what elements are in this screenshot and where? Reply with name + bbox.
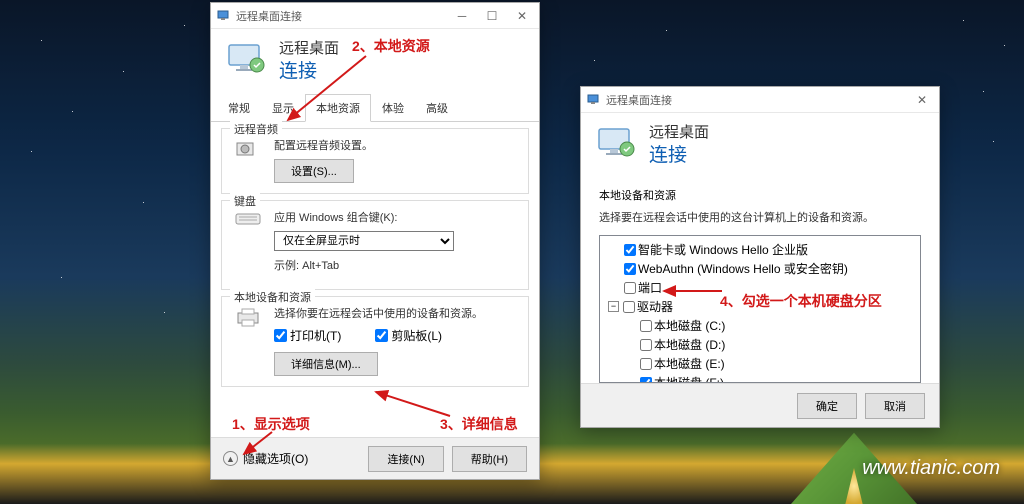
section-subtitle: 选择要在远程会话中使用的这台计算机上的设备和资源。 bbox=[599, 209, 921, 225]
close-button[interactable]: ✕ bbox=[507, 4, 537, 28]
tab-advanced[interactable]: 高级 bbox=[415, 94, 459, 122]
help-button[interactable]: 帮助(H) bbox=[452, 446, 527, 472]
app-icon bbox=[217, 9, 231, 23]
audio-settings-button[interactable]: 设置(S)... bbox=[274, 159, 354, 183]
group-remote-audio: 远程音频 配置远程音频设置。 设置(S)... bbox=[221, 128, 529, 194]
devices-text: 选择你要在远程会话中使用的设备和资源。 bbox=[274, 305, 518, 321]
tab-experience[interactable]: 体验 bbox=[371, 94, 415, 122]
keyboard-example: 示例: Alt+Tab bbox=[274, 257, 518, 273]
banner-title: 远程桌面 bbox=[649, 121, 709, 142]
close-button[interactable]: ✕ bbox=[907, 88, 937, 112]
app-icon bbox=[587, 93, 601, 107]
tree-node-drive-c[interactable]: 本地磁盘 (C:) bbox=[608, 316, 916, 335]
group-keyboard: 键盘 应用 Windows 组合键(K): 仅在全屏显示时 示例: Alt+Ta… bbox=[221, 200, 529, 290]
details-body: 本地设备和资源 选择要在远程会话中使用的这台计算机上的设备和资源。 智能卡或 W… bbox=[581, 177, 939, 383]
keyboard-text: 应用 Windows 组合键(K): bbox=[274, 209, 518, 225]
connect-button[interactable]: 连接(N) bbox=[368, 446, 443, 472]
tree-node-drive-d[interactable]: 本地磁盘 (D:) bbox=[608, 335, 916, 354]
minimize-button[interactable]: ─ bbox=[447, 4, 477, 28]
details-button[interactable]: 详细信息(M)... bbox=[274, 352, 378, 376]
tab-display[interactable]: 显示 bbox=[261, 94, 305, 122]
rdp-monitor-icon bbox=[227, 43, 267, 77]
maximize-button[interactable]: ☐ bbox=[477, 4, 507, 28]
group-title-audio: 远程音频 bbox=[230, 121, 282, 137]
cancel-button[interactable]: 取消 bbox=[865, 393, 925, 419]
tab-body: 远程音频 配置远程音频设置。 设置(S)... 键盘 应用 Windows 组合… bbox=[211, 122, 539, 399]
rdp-monitor-icon bbox=[597, 127, 637, 161]
titlebar[interactable]: 远程桌面连接 ─ ☐ ✕ bbox=[211, 3, 539, 29]
ok-button[interactable]: 确定 bbox=[797, 393, 857, 419]
keyboard-icon bbox=[232, 209, 264, 279]
tree-node-drive-f[interactable]: 本地磁盘 (F:) bbox=[608, 373, 916, 383]
rdp-window-details: 远程桌面连接 ✕ 远程桌面 连接 本地设备和资源 选择要在远程会话中使用的这台计… bbox=[580, 86, 940, 428]
group-title-keyboard: 键盘 bbox=[230, 193, 260, 209]
section-title: 本地设备和资源 bbox=[599, 187, 921, 203]
watermark-text: www.tianic.com bbox=[862, 457, 1000, 480]
tab-local-resources[interactable]: 本地资源 bbox=[305, 94, 371, 122]
checkbox-clipboard[interactable]: 剪贴板(L) bbox=[375, 327, 442, 344]
banner: 远程桌面 连接 bbox=[211, 29, 539, 93]
collapse-icon[interactable]: − bbox=[608, 301, 619, 312]
titlebar[interactable]: 远程桌面连接 ✕ bbox=[581, 87, 939, 113]
rdp-window-main: 远程桌面连接 ─ ☐ ✕ 远程桌面 连接 常规 显示 本地资源 体验 高级 远程… bbox=[210, 2, 540, 480]
banner-subtitle: 连接 bbox=[649, 140, 709, 167]
tree-node-drives[interactable]: −驱动器 bbox=[608, 297, 916, 316]
window-title: 远程桌面连接 bbox=[606, 92, 907, 108]
device-tree[interactable]: 智能卡或 Windows Hello 企业版 WebAuthn (Windows… bbox=[599, 235, 921, 383]
tab-general[interactable]: 常规 bbox=[217, 94, 261, 122]
group-title-devices: 本地设备和资源 bbox=[230, 289, 315, 305]
tree-node-drive-e[interactable]: 本地磁盘 (E:) bbox=[608, 354, 916, 373]
tree-node-ports[interactable]: 端口 bbox=[608, 278, 916, 297]
window-title: 远程桌面连接 bbox=[236, 8, 447, 24]
tab-bar: 常规 显示 本地资源 体验 高级 bbox=[211, 93, 539, 122]
hide-options-label: 隐藏选项(O) bbox=[243, 450, 308, 467]
hide-options-toggle[interactable]: ▲ 隐藏选项(O) bbox=[223, 450, 308, 467]
checkbox-printer[interactable]: 打印机(T) bbox=[274, 327, 341, 344]
speaker-icon bbox=[232, 137, 264, 183]
group-local-devices: 本地设备和资源 选择你要在远程会话中使用的设备和资源。 打印机(T) 剪贴板(L… bbox=[221, 296, 529, 387]
tree-node-webauthn[interactable]: WebAuthn (Windows Hello 或安全密钥) bbox=[608, 259, 916, 278]
footer: 确定 取消 bbox=[581, 383, 939, 427]
banner: 远程桌面 连接 bbox=[581, 113, 939, 177]
chevron-up-icon: ▲ bbox=[223, 451, 238, 466]
printer-icon bbox=[232, 305, 264, 376]
audio-text: 配置远程音频设置。 bbox=[274, 137, 518, 153]
footer: ▲ 隐藏选项(O) 连接(N) 帮助(H) bbox=[211, 437, 539, 479]
banner-subtitle: 连接 bbox=[279, 56, 339, 83]
tree-node-smartcard[interactable]: 智能卡或 Windows Hello 企业版 bbox=[608, 240, 916, 259]
keyboard-combo-select[interactable]: 仅在全屏显示时 bbox=[274, 231, 454, 251]
banner-title: 远程桌面 bbox=[279, 37, 339, 58]
